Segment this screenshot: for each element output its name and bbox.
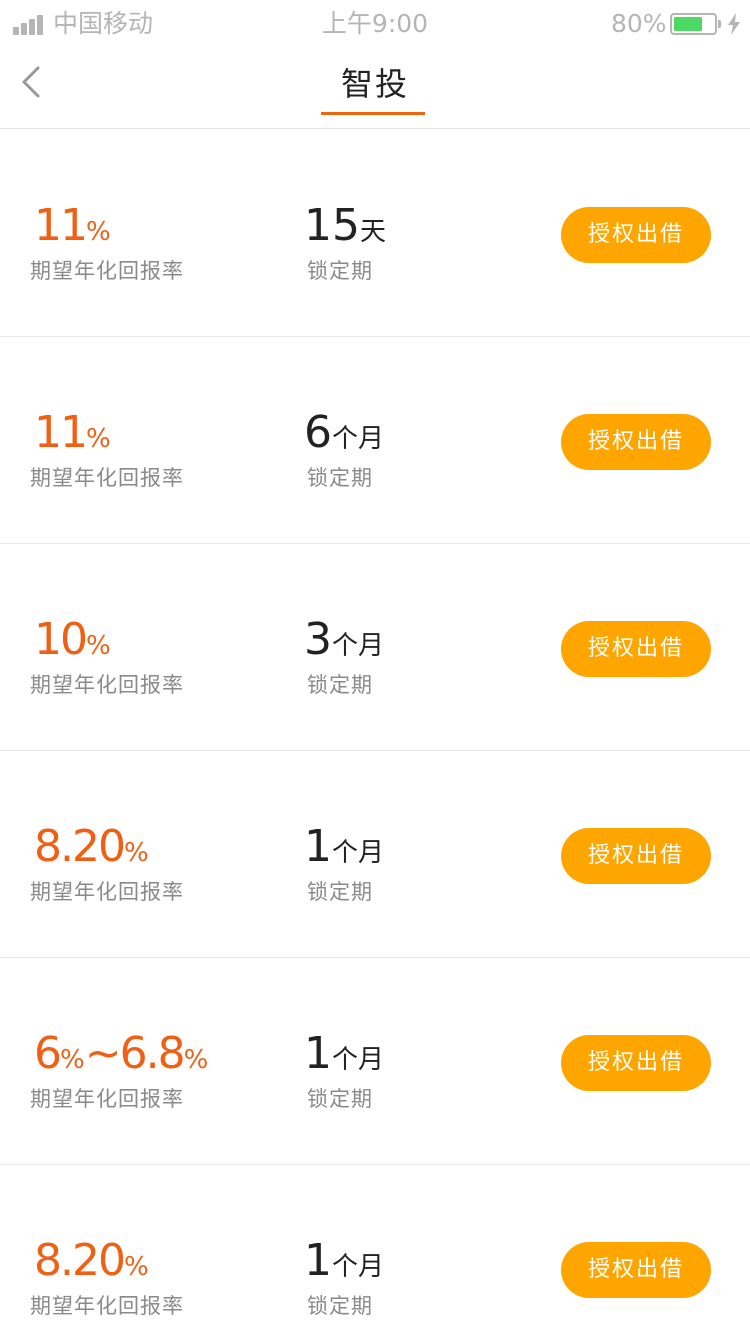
title-underline [321,112,425,115]
term-label: 锁定期 [307,1294,373,1318]
rate-label: 期望年化回报率 [30,1294,184,1318]
battery-percent: 80% [611,9,667,38]
product-row: 6%~6.8% 期望年化回报率 1个月 锁定期 授权出借 [0,958,750,1165]
term-label: 锁定期 [307,673,373,697]
page-title: 智投 [340,65,409,103]
nav-bar: 智投 [0,48,750,129]
product-row: 10% 期望年化回报率 3个月 锁定期 授权出借 [0,544,750,751]
rate-label: 期望年化回报率 [30,259,184,283]
rate-value: 11% [34,407,111,458]
rate-value: 8.20% [34,1235,149,1286]
authorize-lend-button[interactable]: 授权出借 [561,828,711,884]
rate-label: 期望年化回报率 [30,673,184,697]
product-row: 11% 期望年化回报率 6个月 锁定期 授权出借 [0,337,750,544]
term-value: 6个月 [304,407,385,458]
status-bar: 中国移动 上午9:00 80% [0,0,750,48]
term-value: 3个月 [304,614,385,665]
authorize-lend-button[interactable]: 授权出借 [561,1035,711,1091]
term-label: 锁定期 [307,1087,373,1111]
rate-label: 期望年化回报率 [30,880,184,904]
term-label: 锁定期 [307,259,373,283]
authorize-lend-button[interactable]: 授权出借 [561,621,711,677]
authorize-lend-button[interactable]: 授权出借 [561,1242,711,1298]
product-row: 8.20% 期望年化回报率 1个月 锁定期 授权出借 [0,751,750,958]
term-value: 1个月 [304,821,385,872]
term-value: 1个月 [304,1028,385,1079]
charging-icon [728,13,740,35]
authorize-lend-button[interactable]: 授权出借 [561,207,711,263]
term-value: 15天 [304,200,387,251]
rate-label: 期望年化回报率 [30,1087,184,1111]
term-value: 1个月 [304,1235,385,1286]
rate-value: 8.20% [34,821,149,872]
product-row: 11% 期望年化回报率 15天 锁定期 授权出借 [0,130,750,337]
rate-value: 10% [34,614,111,665]
rate-value: 6%~6.8% [34,1028,209,1079]
product-list: 11% 期望年化回报率 15天 锁定期 授权出借 11% 期望年化回报率 6个月… [0,130,750,1334]
term-label: 锁定期 [307,880,373,904]
battery-icon [670,13,721,35]
rate-value: 11% [34,200,111,251]
authorize-lend-button[interactable]: 授权出借 [561,414,711,470]
rate-label: 期望年化回报率 [30,466,184,490]
product-row: 8.20% 期望年化回报率 1个月 锁定期 授权出借 [0,1165,750,1334]
term-label: 锁定期 [307,466,373,490]
